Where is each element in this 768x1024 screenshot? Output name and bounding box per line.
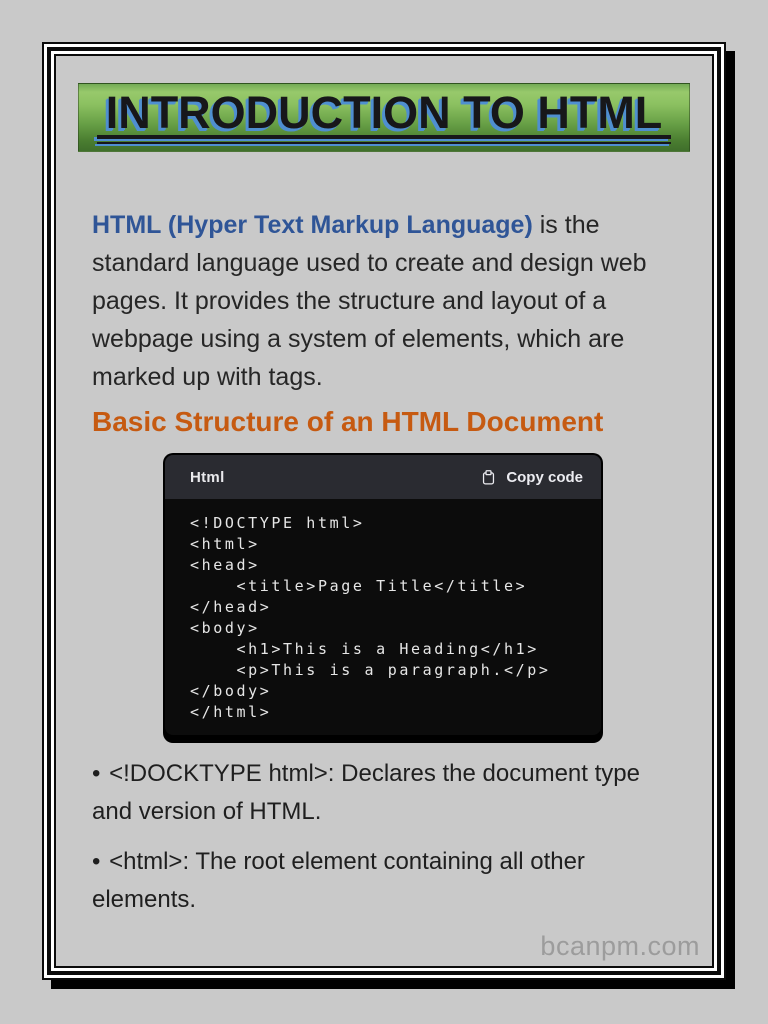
page-content-area: INTRODUCTION TO HTML HTML (Hyper Text Ma… (54, 54, 714, 968)
code-content: <!DOCTYPE html> <html> <head> <title>Pag… (165, 499, 601, 735)
page-border-frame: INTRODUCTION TO HTML HTML (Hyper Text Ma… (42, 42, 726, 980)
code-block-header: Html Copy code (165, 455, 601, 499)
intro-lead-text: HTML (Hyper Text Markup Language) (92, 211, 533, 239)
title-underline-thin (97, 142, 671, 144)
copy-code-button[interactable]: Copy code (480, 468, 583, 487)
title-banner: INTRODUCTION TO HTML (78, 83, 690, 152)
clipboard-icon (480, 468, 497, 487)
code-block: Html Copy code <!DOCTYPE html> <html> <h… (163, 453, 603, 743)
bullet-marker: • (92, 760, 101, 787)
bullet-item-html-root: • <html>: The root element containing al… (92, 843, 684, 919)
bullet-marker: • (92, 848, 101, 875)
bullet-text: <html>: The root element containing all … (92, 848, 585, 913)
page-title: INTRODUCTION TO HTML (105, 87, 663, 138)
intro-paragraph: HTML (Hyper Text Markup Language) is the… (92, 206, 684, 396)
watermark: bcanpm.com (540, 931, 700, 961)
bullet-item-doctype: • <!DOCKTYPE html>: Declares the documen… (92, 755, 684, 831)
bullet-text: <!DOCKTYPE html>: Declares the document … (92, 760, 640, 825)
code-language-label: Html (190, 468, 225, 486)
section-heading: Basic Structure of an HTML Document (92, 406, 604, 437)
copy-code-label: Copy code (506, 468, 583, 486)
page-border-middle-line: INTRODUCTION TO HTML HTML (Hyper Text Ma… (47, 47, 721, 975)
code-block-inner: Html Copy code <!DOCTYPE html> <html> <h… (165, 455, 601, 735)
